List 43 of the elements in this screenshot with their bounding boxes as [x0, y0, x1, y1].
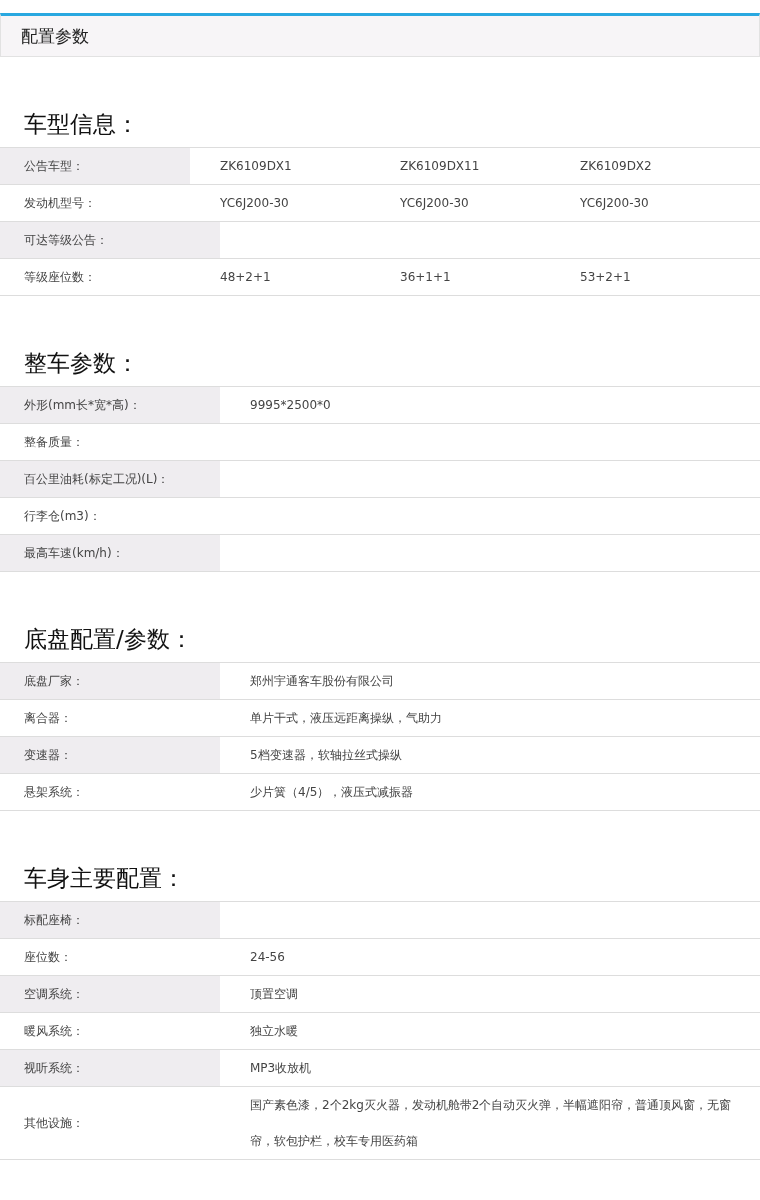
- label-cell-text: 整备质量：: [23, 433, 85, 451]
- section-title: 整车参数：: [23, 349, 140, 378]
- value-cell-text: 顶置空调: [250, 986, 299, 1003]
- label-cell: 可达等级公告：: [0, 222, 220, 258]
- value-cell-text: YC6J200-30: [580, 195, 650, 212]
- label-cell-text: 悬架系统：: [23, 783, 85, 801]
- value-cell-text: 国产素色漆，2个2kg灭火器，发动机舱带2个自动灭火弹，半幅遮阳帘，普通顶风窗，无窗帘，软包护栏，校车专用医药箱: [250, 1097, 733, 1150]
- label-cell: 变速器：: [0, 737, 220, 773]
- label-cell: 底盘厂家：: [0, 663, 220, 699]
- value-cell-text: ZK6109DX2: [580, 158, 653, 175]
- section-title: 底盘配置/参数：: [23, 625, 194, 654]
- value-cell-text: 少片簧（4/5），液压式减振器: [250, 784, 415, 801]
- value-cell-text: 单片干式，液压远距离操纵，气助力: [250, 710, 443, 727]
- value-cell-text: 48+2+1: [220, 269, 272, 286]
- section-title: 车身主要配置：: [23, 864, 186, 893]
- value-cell-text: 53+2+1: [580, 269, 632, 286]
- label-cell-text: 座位数：: [23, 948, 73, 966]
- label-cell: 最高车速(km/h)：: [0, 535, 220, 571]
- label-cell-text: 暖风系统：: [23, 1022, 85, 1040]
- value-cell-text: 独立水暖: [250, 1023, 299, 1040]
- label-cell: 标配座椅：: [0, 902, 220, 938]
- value-cell-text: ZK6109DX11: [400, 158, 481, 175]
- label-cell: 视听系统：: [0, 1050, 220, 1086]
- section-title: 车型信息：: [23, 110, 140, 139]
- value-cell-text: 24-56: [250, 949, 286, 966]
- label-cell-text: 其他设施：: [23, 1114, 85, 1132]
- page-title: 配置参数: [21, 24, 89, 48]
- label-cell-text: 等级座位数：: [23, 268, 97, 286]
- label-cell-text: 行李仓(m3)：: [23, 507, 102, 525]
- label-cell: 外形(mm长*宽*高)：: [0, 387, 220, 423]
- label-cell: 空调系统：: [0, 976, 220, 1012]
- value-cell-text: 9995*2500*0: [250, 397, 332, 414]
- label-cell-text: 发动机型号：: [23, 194, 97, 212]
- value-cell-text: ZK6109DX1: [220, 158, 293, 175]
- value-cell-text: 5档变速器，软轴拉丝式操纵: [250, 747, 403, 764]
- value-cell-text: YC6J200-30: [220, 195, 290, 212]
- value-cell-text: YC6J200-30: [400, 195, 470, 212]
- label-cell-text: 离合器：: [23, 709, 73, 727]
- value-cell-text: 36+1+1: [400, 269, 452, 286]
- label-cell: 百公里油耗(标定工况)(L)：: [0, 461, 220, 497]
- value-cell-text: MP3收放机: [250, 1060, 313, 1077]
- label-cell: 公告车型：: [0, 148, 190, 184]
- value-cell-text: 郑州宇通客车股份有限公司: [250, 673, 395, 690]
